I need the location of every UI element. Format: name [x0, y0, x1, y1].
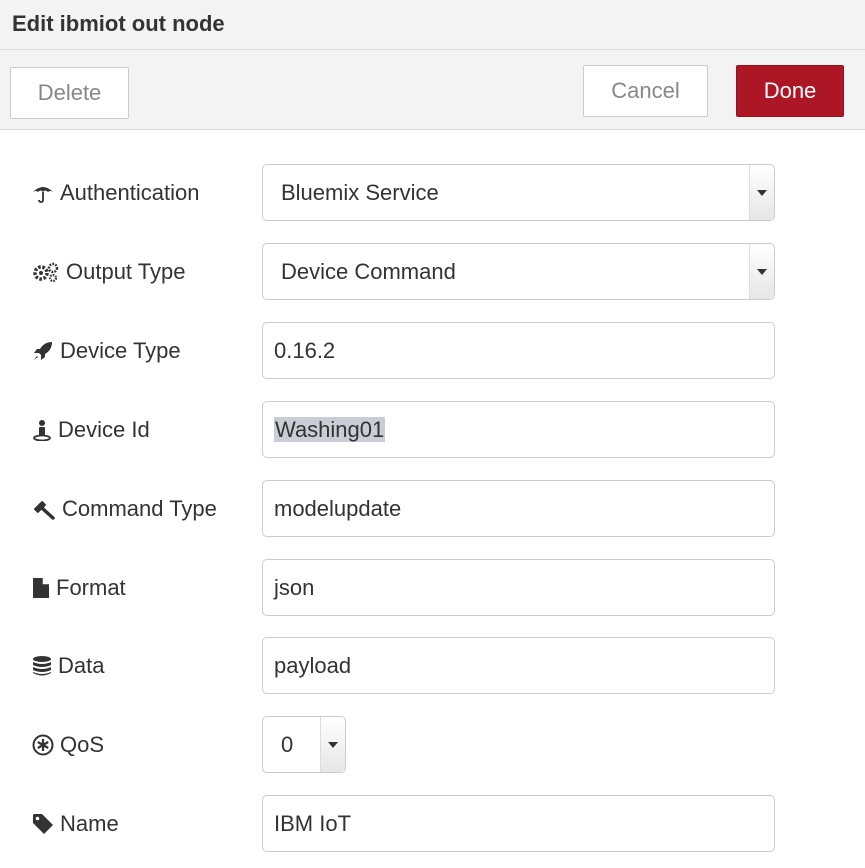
- umbrella-icon: [32, 182, 60, 204]
- qos-select[interactable]: 0: [262, 716, 346, 773]
- command-type-input[interactable]: modelupdate: [262, 480, 775, 537]
- cogs-icon: [32, 261, 66, 283]
- chevron-down-icon[interactable]: [320, 717, 345, 772]
- form-row-format: Format json: [0, 559, 865, 617]
- chevron-down-icon[interactable]: [749, 165, 774, 220]
- form-row-name: Name IBM IoT: [0, 795, 865, 853]
- form-row-authentication: Authentication Bluemix Service: [0, 164, 865, 222]
- qos-label: QoS: [32, 716, 104, 774]
- form-row-command-type: Command Type modelupdate: [0, 480, 865, 538]
- delete-button[interactable]: Delete: [10, 67, 129, 119]
- form-row-qos: QoS 0: [0, 716, 865, 774]
- command-type-label: Command Type: [32, 480, 217, 538]
- authentication-label: Authentication: [32, 164, 199, 222]
- rocket-icon: [32, 340, 60, 362]
- authentication-select[interactable]: Bluemix Service: [262, 164, 775, 221]
- name-label: Name: [32, 795, 119, 853]
- form-row-device-id: Device Id Washing01: [0, 401, 865, 459]
- form-row-output-type: Output Type Device Command: [0, 243, 865, 301]
- format-label: Format: [32, 559, 126, 617]
- database-icon: [32, 655, 58, 677]
- name-input[interactable]: IBM IoT: [262, 795, 775, 852]
- dialog-title: Edit ibmiot out node: [12, 11, 225, 36]
- cancel-button[interactable]: Cancel: [583, 65, 708, 117]
- file-icon: [32, 577, 56, 599]
- asterisk-circle-icon: [32, 734, 60, 756]
- output-type-select[interactable]: Device Command: [262, 243, 775, 300]
- form-row-device-type: Device Type 0.16.2: [0, 322, 865, 380]
- done-button[interactable]: Done: [736, 65, 844, 117]
- device-id-input[interactable]: Washing01: [262, 401, 775, 458]
- data-label: Data: [32, 637, 104, 695]
- street-view-icon: [32, 419, 58, 441]
- format-input[interactable]: json: [262, 559, 775, 616]
- device-type-input[interactable]: 0.16.2: [262, 322, 775, 379]
- gavel-icon: [32, 498, 62, 520]
- output-type-label: Output Type: [32, 243, 185, 301]
- dialog-title-bar: Edit ibmiot out node: [0, 0, 865, 50]
- device-id-label: Device Id: [32, 401, 150, 459]
- device-type-label: Device Type: [32, 322, 181, 380]
- form-row-data: Data payload: [0, 637, 865, 695]
- edit-node-dialog: Edit ibmiot out node Delete Cancel Done …: [0, 0, 865, 868]
- data-input[interactable]: payload: [262, 637, 775, 694]
- chevron-down-icon[interactable]: [749, 244, 774, 299]
- tag-icon: [32, 813, 60, 835]
